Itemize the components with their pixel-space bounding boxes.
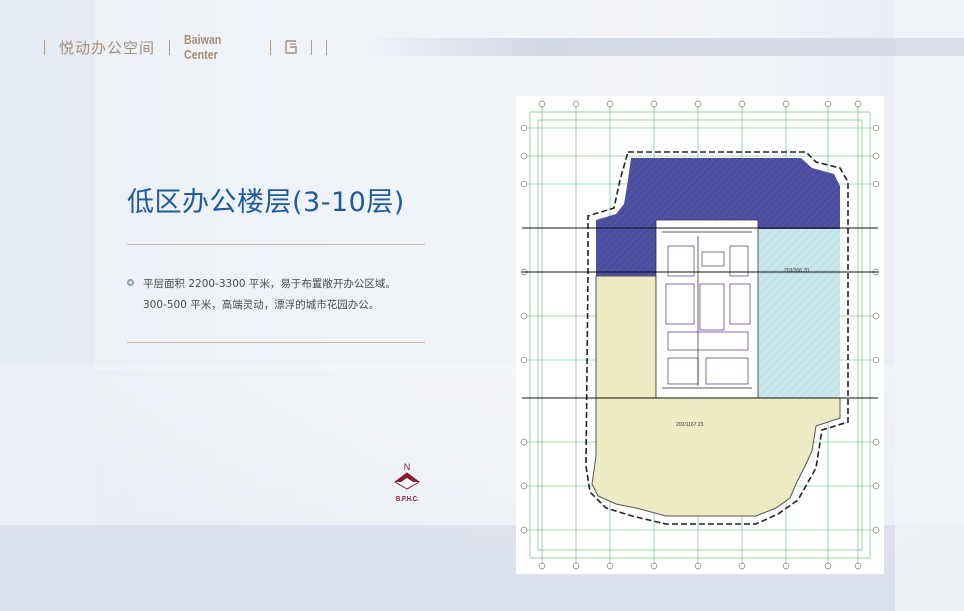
title-divider [127,244,425,245]
building-core [655,219,759,399]
header-bar: 悦动办公空间 Baiwan Center [30,32,341,62]
header-divider [270,39,272,55]
brand-name-en: Baiwan Center [184,32,222,62]
header-divider [326,39,328,55]
description-line: 300-500 平米，高端灵动，漂浮的城市花园办公。 [143,299,380,311]
floor-plan: 202/1167.23 203/306.70 [516,96,884,574]
compass: N B.P.H.C. [394,462,420,503]
description-line: 平层面积 2200-3300 平米，易于布置敞开办公区域。 [143,278,396,290]
header-divider [169,39,171,55]
company-label: B.P.H.C. [395,496,419,503]
header-strip [360,38,964,56]
area-label-yellow: 202/1167.23 [676,422,704,428]
bullet-icon [127,279,134,286]
bg-panel-right [895,0,964,611]
header-divider [44,39,45,55]
north-label: N [403,462,411,472]
baiwan-logo-icon [285,40,297,54]
zone-cyan-hatch [758,229,840,398]
compass-icon [394,472,420,490]
description: 平层面积 2200-3300 平米，易于布置敞开办公区域。 300-500 平米… [143,274,396,316]
area-label-cyan: 203/306.70 [784,268,809,274]
header-divider [311,39,313,55]
description-divider [127,342,425,343]
brand-name-cn: 悦动办公空间 [59,38,156,57]
page-title: 低区办公楼层(3-10层) [127,187,405,218]
